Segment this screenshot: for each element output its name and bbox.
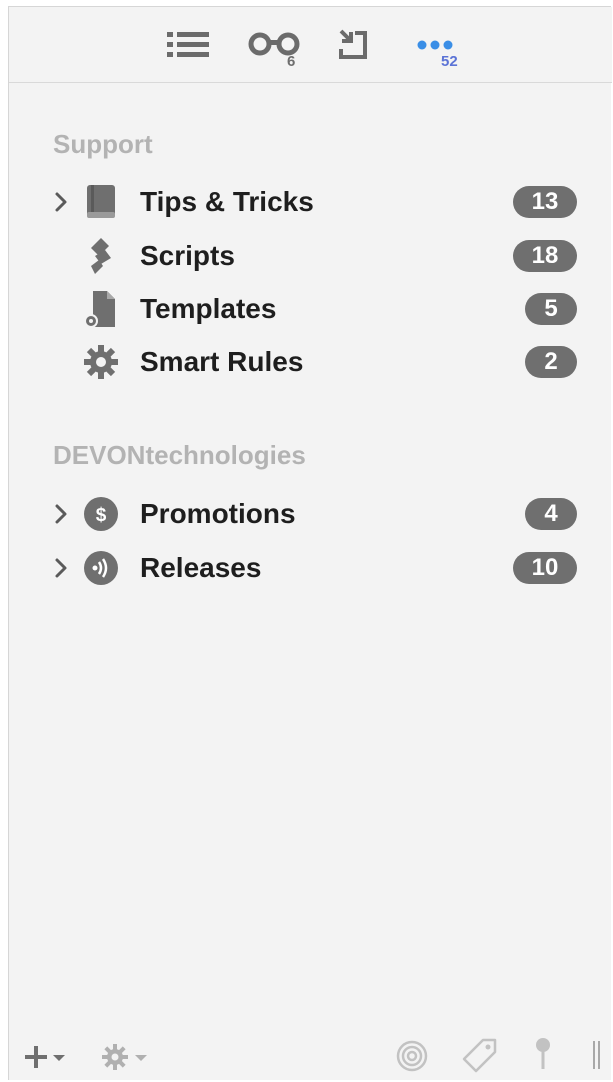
inbox-import-icon: [339, 29, 367, 59]
split-handle[interactable]: [591, 1037, 605, 1073]
count-badge: 4: [525, 498, 577, 530]
svg-text:$: $: [96, 505, 107, 526]
add-icon: [25, 1046, 65, 1068]
tag-icon: [462, 1038, 497, 1073]
sidebar-item-promotions[interactable]: $ Promotions 4: [9, 490, 612, 538]
more-count-badge: 52: [441, 53, 458, 70]
count-badge: 5: [525, 293, 577, 325]
sidebar-item-label: Promotions: [140, 498, 296, 529]
disclosure-chevron-icon[interactable]: [51, 188, 71, 216]
sidebar-item-label: Smart Rules: [140, 346, 304, 377]
action-gear-icon: [102, 1044, 147, 1070]
sidebar-item-scripts[interactable]: Scripts 18: [9, 232, 612, 280]
reading-count-badge: 6: [287, 53, 296, 70]
add-button[interactable]: [23, 1043, 79, 1071]
toolbar-import-button[interactable]: [335, 23, 375, 71]
sidebar-item-smart-rules[interactable]: Smart Rules 2: [9, 338, 612, 386]
section-header-support: Support: [53, 129, 153, 159]
sidebar-item-templates[interactable]: Templates 5: [9, 285, 612, 333]
count-badge: 13: [513, 186, 577, 218]
sidebar-item-label: Scripts: [140, 240, 235, 271]
tags-button[interactable]: [459, 1037, 499, 1075]
sidebar-window: 6 52 Support Tips & Tricks 13 Scripts 18…: [8, 6, 612, 1081]
sidebar-item-label: Releases: [140, 552, 262, 583]
pin-button[interactable]: [531, 1035, 555, 1075]
script-icon: [91, 238, 111, 274]
toolbar-more-button[interactable]: 52: [415, 23, 475, 71]
sidebar-item-label: Templates: [140, 293, 277, 324]
book-icon: [87, 185, 115, 218]
sidebar-item-releases[interactable]: Releases 10: [9, 544, 612, 592]
bottom-bar: [9, 1027, 612, 1081]
toolbar-list-button[interactable]: [165, 23, 215, 71]
gear-icon: [84, 345, 118, 379]
dollar-icon: $: [84, 497, 118, 531]
toolbar: 6 52: [9, 7, 612, 83]
disclosure-chevron-icon[interactable]: [51, 500, 71, 528]
section-header-devontechnologies: DEVONtechnologies: [53, 440, 306, 470]
sidebar-item-label: Tips & Tricks: [140, 186, 314, 217]
disclosure-chevron-icon[interactable]: [51, 554, 71, 582]
pin-icon: [536, 1038, 550, 1069]
toolbar-reading-button[interactable]: 6: [247, 23, 307, 71]
action-menu-button[interactable]: [101, 1043, 157, 1071]
template-icon: [84, 291, 115, 328]
count-badge: 10: [513, 552, 577, 584]
list-icon: [167, 32, 209, 57]
concordance-button[interactable]: [395, 1039, 429, 1073]
sidebar-item-tips-tricks[interactable]: Tips & Tricks 13: [9, 178, 612, 226]
count-badge: 2: [525, 346, 577, 378]
concordance-icon: [396, 1040, 428, 1072]
split-handle-icon: [593, 1041, 600, 1069]
broadcast-icon: [84, 551, 118, 585]
count-badge: 18: [513, 240, 577, 272]
